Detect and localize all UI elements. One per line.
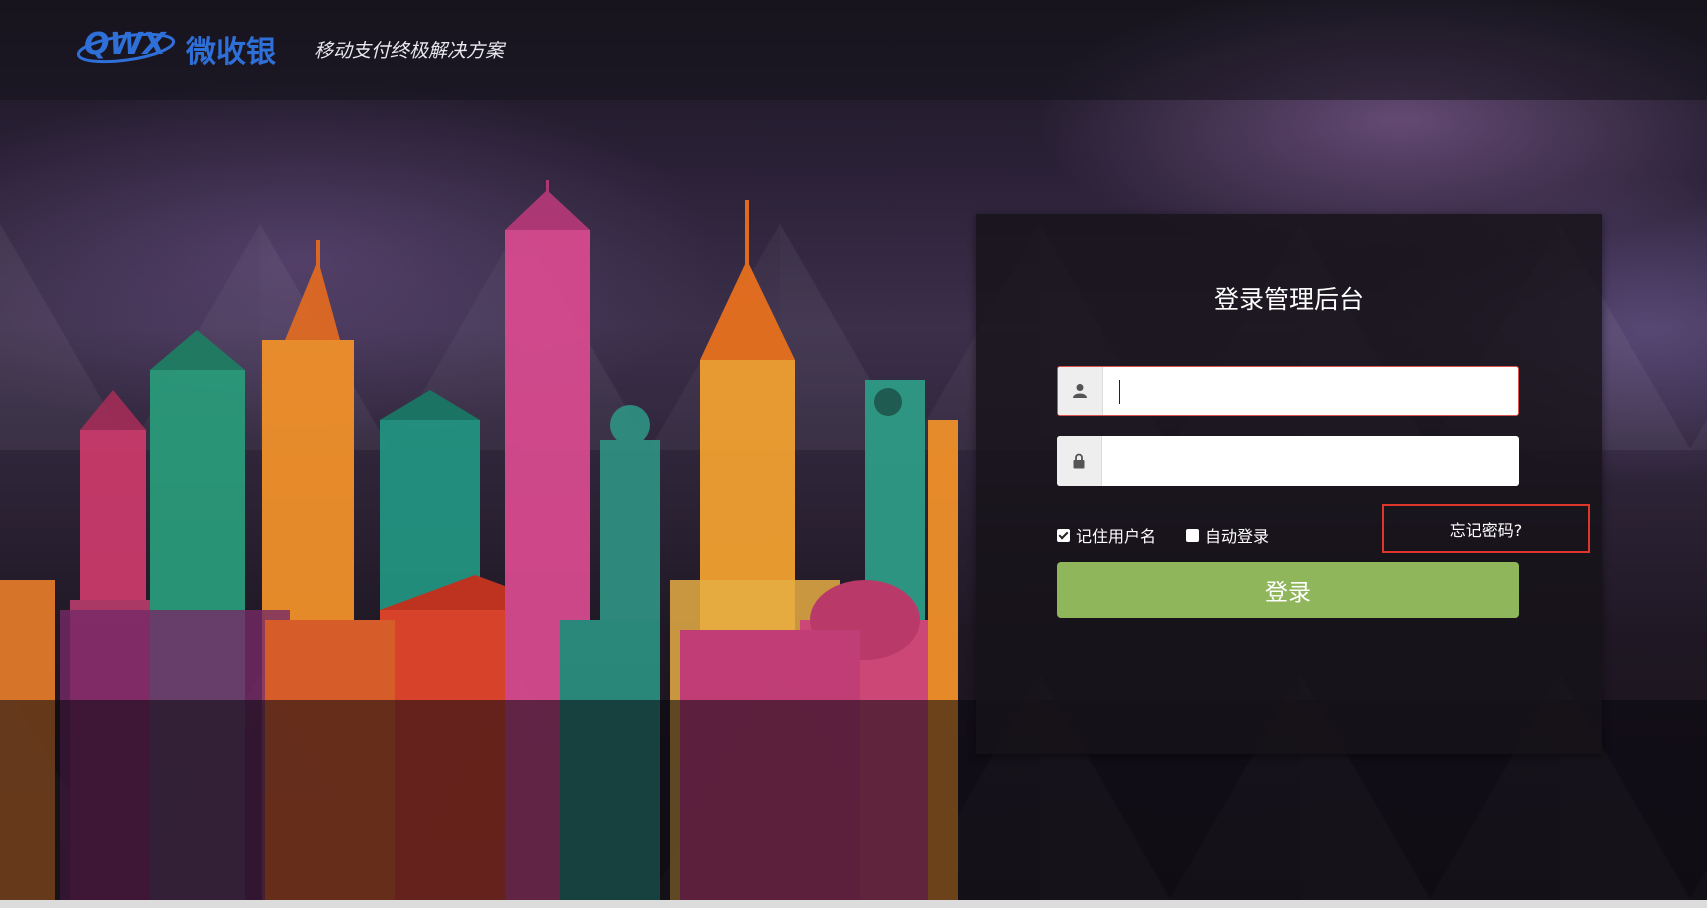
svg-text:微收银: 微收银 bbox=[185, 35, 276, 70]
login-button[interactable]: 登录 bbox=[1057, 562, 1519, 618]
username-field bbox=[1057, 366, 1519, 416]
text-cursor bbox=[1119, 380, 1120, 404]
login-page: QWX 微收银 移动支付终极解决方案 登录管理后台 记住用户名 自动登录 忘记密… bbox=[0, 0, 1707, 908]
auto-login-option[interactable]: 自动登录 bbox=[1186, 523, 1269, 547]
auto-login-label: 自动登录 bbox=[1205, 527, 1270, 546]
header-slogan: 移动支付终极解决方案 bbox=[314, 40, 505, 62]
top-header-bar: QWX 微收银 移动支付终极解决方案 bbox=[0, 0, 1707, 100]
password-field bbox=[1057, 436, 1519, 486]
login-panel: 登录管理后台 记住用户名 自动登录 忘记密码? 登录 bbox=[976, 214, 1602, 754]
user-icon bbox=[1058, 367, 1103, 415]
qwx-logo[interactable]: QWX 微收银 bbox=[76, 20, 306, 75]
password-input[interactable] bbox=[1102, 436, 1512, 486]
login-title: 登录管理后台 bbox=[1213, 285, 1364, 314]
username-input[interactable] bbox=[1103, 367, 1513, 415]
remember-username-checkbox[interactable] bbox=[1057, 528, 1070, 542]
auto-login-checkbox[interactable] bbox=[1186, 528, 1199, 542]
svg-text:QWX: QWX bbox=[84, 27, 168, 62]
forgot-password-link[interactable]: 忘记密码? bbox=[1382, 504, 1590, 553]
bottom-strip bbox=[0, 900, 1707, 908]
remember-username-label: 记住用户名 bbox=[1076, 527, 1157, 546]
remember-username-option[interactable]: 记住用户名 bbox=[1057, 523, 1156, 547]
lock-icon bbox=[1057, 436, 1102, 486]
